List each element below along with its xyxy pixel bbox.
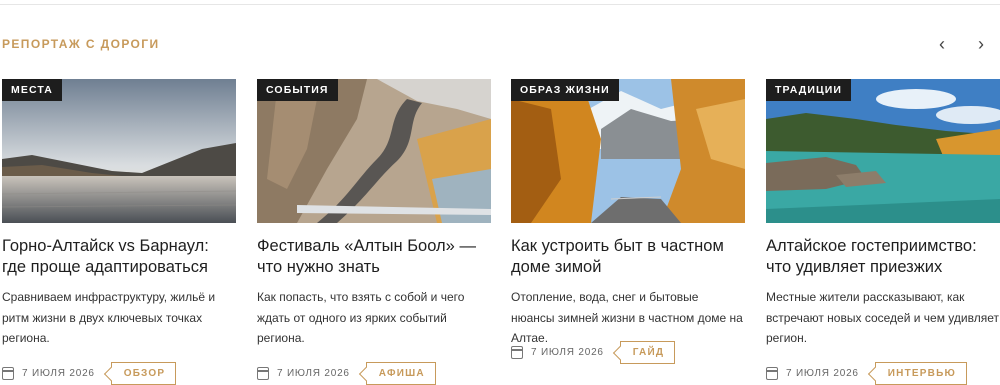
calendar-icon bbox=[2, 367, 14, 380]
article-excerpt: Местные жители рассказывают, как встреча… bbox=[766, 290, 999, 345]
article-title[interactable]: Фестиваль «Алтын Боол» — что нужно знать bbox=[257, 236, 491, 278]
article-badge[interactable]: ИНТЕРВЬЮ bbox=[874, 362, 967, 385]
article-title[interactable]: Алтайское гостеприимство: что удивляет п… bbox=[766, 236, 1000, 278]
article-excerpt: Сравниваем инфраструктуру, жильё и ритм … bbox=[2, 290, 216, 345]
article-badge[interactable]: АФИША bbox=[365, 362, 436, 385]
article-card[interactable]: ОБРАЗ ЖИЗНИ Как устроить быт в частном д… bbox=[511, 79, 745, 364]
article-card[interactable]: МЕСТА Горно-Алтайск vs Барнаул: где прощ… bbox=[2, 79, 236, 385]
calendar-icon bbox=[511, 346, 523, 359]
article-image-lake[interactable]: МЕСТА bbox=[2, 79, 236, 223]
article-badge[interactable]: ОБЗОР bbox=[110, 362, 177, 385]
article-date: 7 ИЮЛЯ 2026 bbox=[531, 347, 604, 358]
category-tag[interactable]: СОБЫТИЯ bbox=[257, 79, 338, 101]
article-card[interactable]: ТРАДИЦИИ Алтайское гостеприимство: что у… bbox=[766, 79, 1000, 385]
article-excerpt: Отопление, вода, снег и бытовые нюансы з… bbox=[511, 290, 743, 345]
category-tag[interactable]: ТРАДИЦИИ bbox=[766, 79, 852, 101]
category-tag[interactable]: ОБРАЗ ЖИЗНИ bbox=[511, 79, 619, 101]
article-badge[interactable]: ГАЙД bbox=[619, 341, 676, 364]
article-image-river[interactable]: ТРАДИЦИИ bbox=[766, 79, 1000, 223]
article-meta: 7 ИЮЛЯ 2026 АФИША bbox=[257, 362, 436, 385]
article-excerpt: Как попасть, что взять с собой и чего жд… bbox=[257, 290, 465, 345]
category-tag[interactable]: МЕСТА bbox=[2, 79, 62, 101]
article-meta: 7 ИЮЛЯ 2026 ОБЗОР bbox=[2, 362, 177, 385]
article-title[interactable]: Горно-Алтайск vs Барнаул: где проще адап… bbox=[2, 236, 236, 278]
prev-arrow-icon[interactable]: ‹ bbox=[939, 35, 945, 53]
article-meta: 7 ИЮЛЯ 2026 ИНТЕРВЬЮ bbox=[766, 362, 967, 385]
calendar-icon bbox=[766, 367, 778, 380]
article-meta: 7 ИЮЛЯ 2026 ГАЙД bbox=[511, 341, 676, 364]
article-image-autumn[interactable]: ОБРАЗ ЖИЗНИ bbox=[511, 79, 745, 223]
section-title: РЕПОРТАЖ С ДОРОГИ bbox=[2, 37, 160, 51]
next-arrow-icon[interactable]: › bbox=[978, 35, 984, 53]
article-title[interactable]: Как устроить быт в частном доме зимой bbox=[511, 236, 745, 278]
calendar-icon bbox=[257, 367, 269, 380]
top-divider bbox=[0, 4, 1000, 5]
article-card[interactable]: СОБЫТИЯ Фестиваль «Алтын Боол» — что нуж… bbox=[257, 79, 491, 385]
article-image-road[interactable]: СОБЫТИЯ bbox=[257, 79, 491, 223]
